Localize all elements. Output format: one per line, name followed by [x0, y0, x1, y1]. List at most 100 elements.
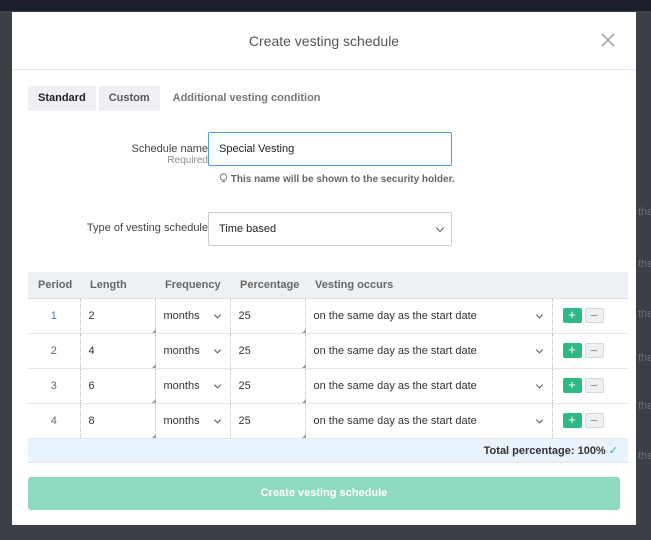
add-period-button[interactable]: + — [562, 378, 582, 393]
chevron-down-icon — [213, 380, 221, 389]
period-cell: 2 — [28, 333, 81, 369]
resize-handle-icon — [151, 398, 156, 403]
vesting-occurs-value: on the same day as the start date — [313, 379, 477, 392]
table-header: Period Length Frequency Percentage Vesti… — [28, 272, 628, 299]
total-percentage: Total percentage: 100% — [483, 444, 606, 457]
period-cell: 4 — [28, 403, 81, 439]
chevron-down-icon — [213, 310, 221, 319]
vesting-occurs-select[interactable]: on the same day as the start date — [301, 368, 553, 404]
percentage-input[interactable]: 25 — [230, 403, 306, 439]
resize-handle-icon — [301, 328, 306, 333]
percentage-input[interactable]: 25 — [230, 368, 306, 404]
backdrop-text: the — [638, 400, 651, 412]
resize-handle-icon — [301, 363, 306, 368]
table-row: 1 2 months 25 on the same day as the sta… — [28, 298, 628, 334]
table-row: 2 4 months 25 on the same day as the sta… — [28, 333, 628, 369]
percentage-input[interactable]: 25 — [230, 333, 306, 369]
top-bar — [0, 0, 651, 11]
close-icon[interactable] — [598, 30, 618, 50]
row-actions: + − — [552, 403, 628, 439]
percentage-input[interactable]: 25 — [230, 298, 306, 334]
remove-period-button[interactable]: − — [584, 413, 604, 428]
periods-table: Period Length Frequency Percentage Vesti… — [28, 272, 628, 463]
tab-additional-vesting-condition[interactable]: Additional vesting condition — [163, 86, 331, 111]
length-input[interactable]: 2 — [80, 298, 156, 334]
schedule-name-label: Schedule name Required — [132, 143, 208, 166]
vesting-occurs-value: on the same day as the start date — [313, 344, 477, 357]
vesting-occurs-select[interactable]: on the same day as the start date — [301, 333, 553, 369]
resize-handle-icon — [151, 433, 156, 438]
length-input[interactable]: 4 — [80, 333, 156, 369]
frequency-value: months — [163, 309, 200, 322]
schedule-name-input[interactable]: Special Vesting — [208, 132, 452, 166]
resize-handle-icon — [301, 433, 306, 438]
resize-handle-icon — [151, 363, 156, 368]
add-period-button[interactable]: + — [562, 413, 582, 428]
col-period: Period — [28, 272, 80, 299]
hint-text: This name will be shown to the security … — [230, 174, 455, 185]
percentage-value: 25 — [238, 309, 251, 322]
frequency-select[interactable]: months — [151, 298, 231, 334]
resize-handle-icon — [301, 398, 306, 403]
backdrop-text: the — [638, 308, 651, 320]
frequency-value: months — [163, 344, 200, 357]
modal-title: Create vesting schedule — [12, 12, 636, 70]
chevron-down-icon — [535, 345, 543, 354]
resize-handle-icon — [151, 328, 156, 333]
chevron-down-icon — [535, 380, 543, 389]
table-row: 4 8 months 25 on the same day as the sta… — [28, 403, 628, 439]
tab-custom[interactable]: Custom — [98, 86, 160, 111]
row-actions: + − — [552, 298, 628, 334]
chevron-down-icon — [535, 310, 543, 319]
vesting-occurs-value: on the same day as the start date — [313, 414, 477, 427]
frequency-value: months — [163, 379, 200, 392]
length-value: 4 — [88, 344, 95, 357]
percentage-value: 25 — [238, 379, 251, 392]
remove-period-button[interactable]: − — [584, 378, 604, 393]
tabs: Standard Custom Additional vesting condi… — [28, 86, 331, 111]
lightbulb-icon — [219, 173, 228, 182]
col-vesting-occurs: Vesting occurs — [305, 272, 552, 299]
length-input[interactable]: 6 — [80, 368, 156, 404]
period-cell: 1 — [28, 298, 81, 334]
frequency-value: months — [163, 414, 200, 427]
col-length: Length — [80, 272, 155, 299]
chevron-down-icon — [213, 345, 221, 354]
col-actions — [552, 272, 628, 299]
frequency-select[interactable]: months — [151, 333, 231, 369]
backdrop-text: the — [638, 206, 651, 218]
col-frequency: Frequency — [155, 272, 230, 299]
percentage-value: 25 — [238, 344, 251, 357]
backdrop-text: the — [638, 258, 651, 270]
chevron-down-icon — [213, 415, 221, 424]
remove-period-button[interactable]: − — [584, 343, 604, 358]
length-input[interactable]: 8 — [80, 403, 156, 439]
add-period-button[interactable]: + — [562, 308, 582, 323]
frequency-select[interactable]: months — [151, 403, 231, 439]
tab-standard[interactable]: Standard — [28, 86, 96, 111]
add-period-button[interactable]: + — [562, 343, 582, 358]
row-actions: + − — [552, 333, 628, 369]
total-row: Total percentage: 100% ✓ — [28, 438, 628, 463]
required-label: Required — [167, 155, 208, 166]
length-value: 8 — [88, 414, 95, 427]
col-percentage: Percentage — [230, 272, 305, 299]
schedule-name-label-text: Schedule name — [131, 143, 208, 155]
length-value: 6 — [88, 379, 95, 392]
vesting-occurs-select[interactable]: on the same day as the start date — [301, 403, 553, 439]
chevron-down-icon — [435, 223, 445, 233]
create-vesting-schedule-button[interactable]: Create vesting schedule — [28, 477, 620, 510]
type-label: Type of vesting schedule — [86, 222, 208, 234]
remove-period-button[interactable]: − — [584, 308, 604, 323]
vesting-modal: Create vesting schedule Standard Custom … — [12, 12, 636, 525]
type-select[interactable]: Time based — [208, 212, 452, 246]
type-value: Time based — [219, 223, 277, 235]
total-cell: Total percentage: 100% ✓ — [28, 438, 628, 463]
period-cell: 3 — [28, 368, 81, 404]
chevron-down-icon — [535, 415, 543, 424]
frequency-select[interactable]: months — [151, 368, 231, 404]
hint: This name will be shown to the security … — [219, 173, 455, 185]
length-value: 2 — [88, 309, 95, 322]
vesting-occurs-select[interactable]: on the same day as the start date — [301, 298, 553, 334]
row-actions: + − — [552, 368, 628, 404]
